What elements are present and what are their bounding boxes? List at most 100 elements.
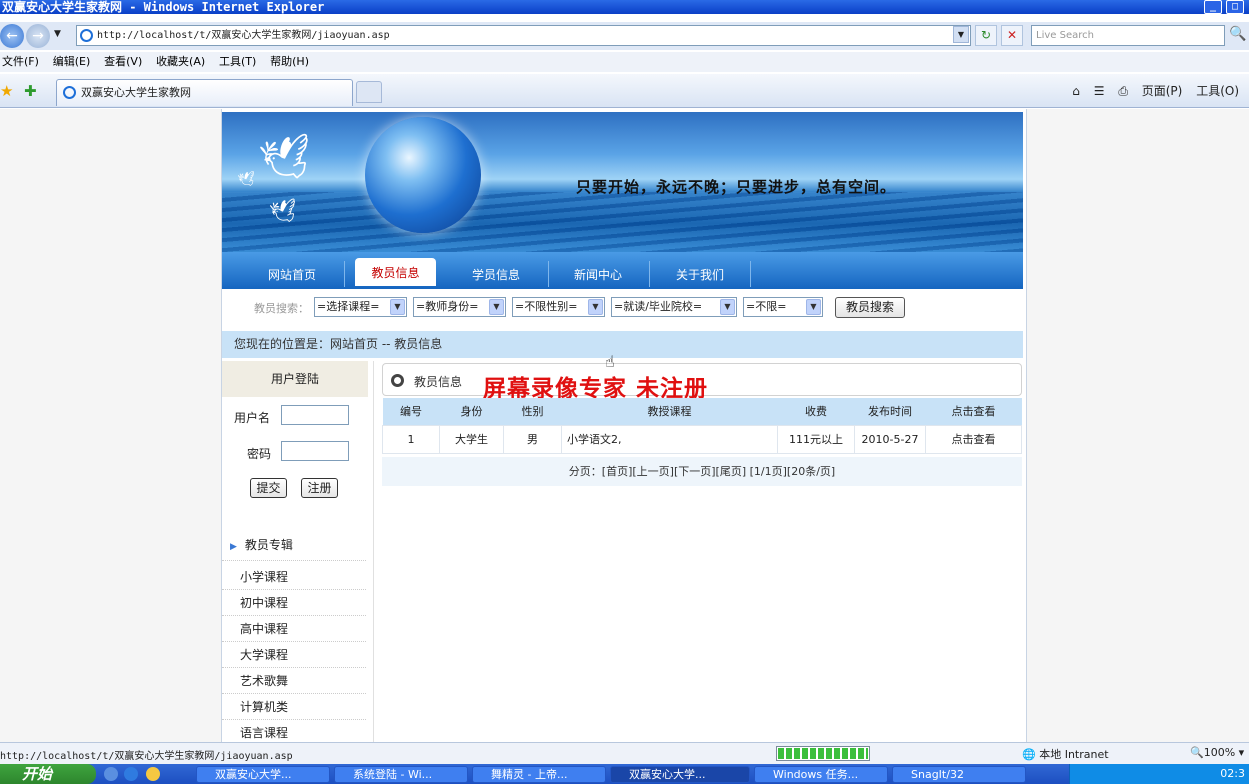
identity-select-value: =教师身份= [416, 300, 479, 313]
live-search-input[interactable]: Live Search [1031, 25, 1225, 46]
nav-students[interactable]: 学员信息 [456, 261, 536, 289]
minimize-button[interactable]: _ [1204, 0, 1222, 14]
menu-tools[interactable]: 工具(T) [217, 52, 264, 72]
zoom-control[interactable]: 🔍100% ▾ [1190, 746, 1244, 759]
favorites-star-icon[interactable]: ★ [0, 82, 13, 100]
main-nav: 网站首页 教员信息 学员信息 新闻中心 关于我们 [222, 252, 1023, 289]
status-url: http://localhost/t/双赢安心大学生家教网/jiaoyuan.a… [0, 751, 293, 762]
category-primary[interactable]: 小学课程 [222, 564, 366, 590]
pagination[interactable]: 分页：[首页][上一页][下一页][尾页] [1/1页][20条/页] [382, 457, 1022, 486]
history-dropdown-icon[interactable]: ▼ [54, 29, 61, 39]
address-dropdown-icon[interactable]: ▼ [953, 26, 969, 43]
tools-menu-button[interactable]: 工具(O) [1196, 82, 1239, 99]
task-button[interactable]: 舞精灵 - 上帝... [472, 766, 606, 783]
window-title: 双赢安心大学生家教网 - Windows Internet Explorer [2, 0, 325, 14]
chevron-down-icon: ▼ [588, 299, 603, 315]
security-zone[interactable]: 🌐 本地 Intranet [1022, 746, 1109, 762]
home-icon[interactable]: ⌂ [1072, 84, 1080, 98]
nav-about[interactable]: 关于我们 [660, 261, 740, 289]
categories-title-label: 教员专辑 [244, 538, 293, 552]
menu-view[interactable]: 查看(V) [102, 52, 150, 72]
col-date: 发布时间 [854, 398, 926, 425]
back-button[interactable]: ← [0, 24, 24, 48]
menu-edit[interactable]: 编辑(E) [51, 52, 99, 72]
seagull-icon: 🕊 [256, 129, 318, 188]
qq-quicklaunch-icon[interactable] [146, 767, 160, 781]
misc-select-value: =不限= [746, 300, 787, 313]
tab-current[interactable]: 双赢安心大学生家教网 [56, 79, 353, 106]
category-computer[interactable]: 计算机类 [222, 694, 366, 720]
system-tray: 02:3 [1069, 764, 1249, 784]
course-select[interactable]: =选择课程= ▼ [314, 297, 407, 317]
add-favorite-icon[interactable]: ✚ [24, 82, 37, 100]
category-divider [222, 560, 366, 561]
school-select[interactable]: =就读/毕业院校= ▼ [611, 297, 737, 317]
username-input[interactable] [281, 405, 349, 425]
address-input[interactable]: http://localhost/t/双赢安心大学生家教网/jiaoyuan.a… [76, 25, 971, 46]
menu-file[interactable]: 文件(F) [0, 52, 47, 72]
page-menu-button[interactable]: 页面(P) [1142, 82, 1183, 99]
chevron-down-icon: ▼ [390, 299, 405, 315]
clock: 02:3 [1220, 767, 1245, 780]
teacher-content: 教员信息 屏幕录像专家 未注册 编号 身份 性别 教授课程 收费 发布时间 点击… [382, 363, 1023, 742]
task-button[interactable]: 双赢安心大学... [196, 766, 330, 783]
nav-teachers[interactable]: 教员信息 [355, 258, 436, 286]
windows-taskbar: 开始 双赢安心大学... 系统登陆 - Wi... 舞精灵 - 上帝... 双赢… [0, 764, 1249, 784]
task-button[interactable]: SnagIt/32 [892, 766, 1026, 783]
category-art[interactable]: 艺术歌舞 [222, 668, 366, 694]
seagull-icon: 🕊 [236, 170, 258, 190]
teacher-table: 编号 身份 性别 教授课程 收费 发布时间 点击查看 1 大学生 男 小学语文2 [382, 398, 1022, 454]
sidebar-divider [373, 361, 374, 742]
nav-news[interactable]: 新闻中心 [558, 261, 638, 289]
print-icon[interactable]: ⎙ [1118, 84, 1128, 99]
triangle-right-icon: ▶ [230, 542, 237, 552]
site-page: 🕊 🕊 🕊 只要开始，永远不晚；只要进步，总有空间。 网站首页 教员信息 学员信… [221, 109, 1027, 742]
gender-select[interactable]: =不限性别= ▼ [512, 297, 605, 317]
category-senior[interactable]: 高中课程 [222, 616, 366, 642]
site-slogan: 只要开始，永远不晚；只要进步，总有空间。 [576, 178, 897, 196]
category-university[interactable]: 大学课程 [222, 642, 366, 668]
forward-button[interactable]: → [26, 24, 50, 48]
nav-divider [649, 261, 650, 287]
nav-home[interactable]: 网站首页 [252, 261, 332, 289]
identity-select[interactable]: =教师身份= ▼ [413, 297, 506, 317]
register-button[interactable]: 注册 [301, 478, 338, 498]
zoom-level: 100% [1203, 746, 1236, 759]
task-button-active[interactable]: 双赢安心大学... [610, 766, 750, 783]
chevron-down-icon: ▼ [806, 299, 821, 315]
maximize-button[interactable]: □ [1226, 0, 1244, 14]
col-identity: 身份 [439, 398, 504, 425]
col-course: 教授课程 [561, 398, 778, 425]
task-button[interactable]: 系统登陆 - Wi... [334, 766, 468, 783]
teacher-search-button[interactable]: 教员搜索 [835, 297, 905, 318]
sidebar: 用户登陆 用户名 密码 提交 注册 ▶ 教员专辑 小学课程 初中课程 高中课程 大… [222, 361, 368, 742]
start-button[interactable]: 开始 [0, 764, 96, 784]
password-label: 密码 [247, 447, 272, 461]
ie-quicklaunch-icon[interactable] [124, 767, 138, 781]
quicklaunch-icon[interactable] [104, 767, 118, 781]
content-title: 教员信息 [414, 375, 463, 389]
tab-bar: ★ ✚ 双赢安心大学生家教网 ⌂ ☰ ⎙ 页面(P) 工具(O) [0, 74, 1249, 108]
menu-favorites[interactable]: 收藏夹(A) [154, 52, 213, 72]
categories-title: ▶ 教员专辑 [230, 536, 293, 553]
view-detail-link[interactable]: 点击查看 [925, 424, 1022, 454]
chevron-down-icon: ▼ [489, 299, 504, 315]
task-button[interactable]: Windows 任务... [754, 766, 888, 783]
category-junior[interactable]: 初中课程 [222, 590, 366, 616]
password-input[interactable] [281, 441, 349, 461]
nav-divider [750, 261, 751, 287]
misc-select[interactable]: =不限= ▼ [743, 297, 823, 317]
breadcrumb: 您现在的位置是：网站首页 -- 教员信息 [222, 331, 1023, 358]
username-label: 用户名 [234, 411, 271, 425]
login-submit-button[interactable]: 提交 [250, 478, 287, 498]
cell-identity: 大学生 [439, 424, 504, 454]
search-label: 教员搜索： [254, 302, 309, 315]
category-language[interactable]: 语言课程 [222, 720, 366, 742]
content-header: 教员信息 屏幕录像专家 未注册 [382, 363, 1022, 402]
stop-button[interactable]: ✕ [1001, 25, 1023, 46]
new-tab-button[interactable] [356, 81, 382, 103]
search-icon[interactable]: 🔍 [1229, 26, 1246, 42]
menu-help[interactable]: 帮助(H) [268, 52, 317, 72]
refresh-button[interactable]: ↻ [975, 25, 997, 46]
feeds-icon[interactable]: ☰ [1094, 84, 1105, 98]
